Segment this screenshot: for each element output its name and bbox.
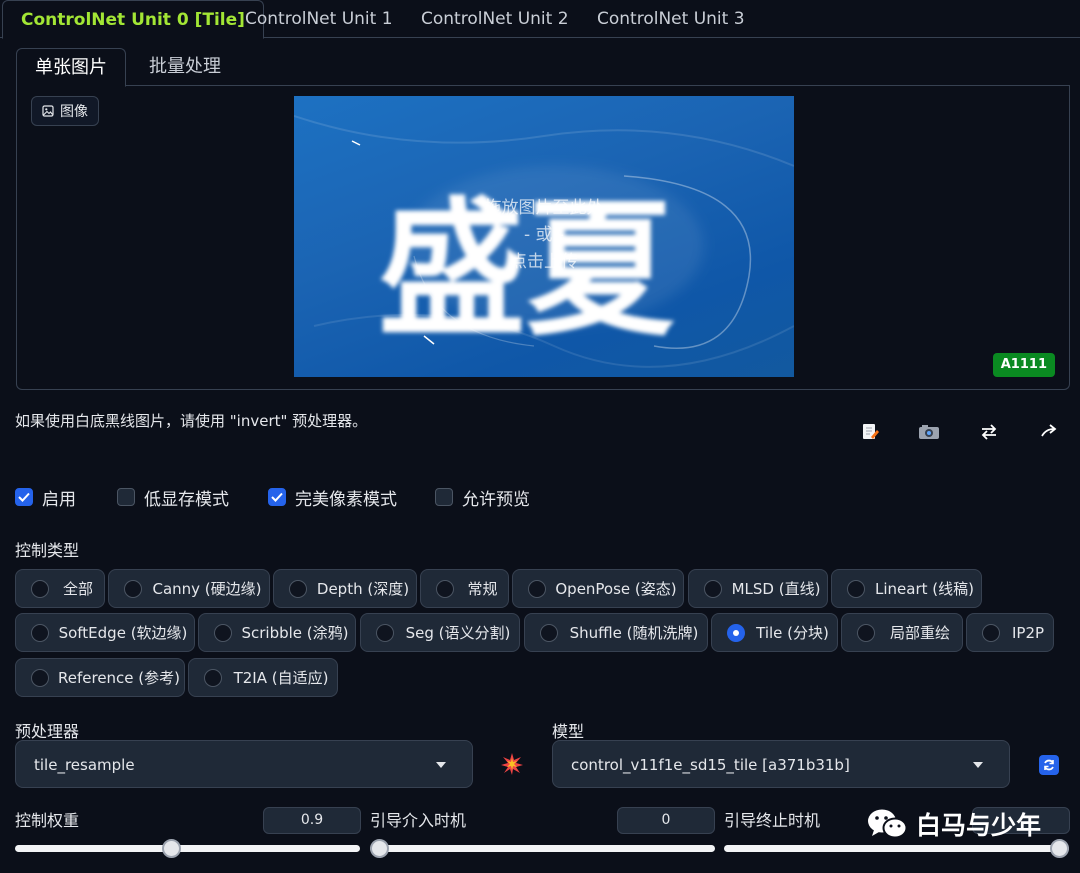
image-label-text: 图像: [60, 104, 88, 120]
drop-instructions: 拖放图片至此处 - 或 - 点击上传: [294, 192, 794, 278]
chevron-down-icon: [973, 762, 983, 768]
control-type-reference[interactable]: Reference (参考): [15, 658, 185, 697]
start-slider-thumb[interactable]: [370, 839, 389, 858]
preprocessor-dropdown[interactable]: tile_resample: [15, 740, 473, 788]
image-label: 图像: [31, 96, 99, 126]
tab-single-image[interactable]: 单张图片: [16, 48, 126, 87]
model-dropdown[interactable]: control_v11f1e_sd15_tile [a371b31b]: [552, 740, 1010, 788]
weight-slider-track[interactable]: [15, 845, 360, 852]
control-type-label: 控制类型: [15, 541, 80, 560]
low-vram-checkbox[interactable]: 低显存模式: [117, 485, 229, 510]
unit-tab-bar: ControlNet Unit 0 [Tile] ControlNet Unit…: [0, 0, 1080, 39]
preprocessor-label: 预处理器: [15, 722, 80, 741]
control-type-inpaint[interactable]: 局部重绘: [841, 613, 963, 652]
end-label: 引导终止时机: [724, 811, 821, 830]
image-icon: [42, 105, 54, 117]
edit-icon[interactable]: [856, 418, 884, 446]
weight-number-input[interactable]: 0.9: [263, 807, 361, 834]
enable-checkbox-box[interactable]: [15, 488, 33, 506]
weight-slider-thumb[interactable]: [161, 839, 181, 858]
send-dimensions-icon[interactable]: [1035, 418, 1063, 446]
control-type-seg[interactable]: Seg (语义分割): [360, 613, 520, 652]
control-type-all[interactable]: 全部: [15, 569, 105, 608]
control-type-depth[interactable]: Depth (深度): [273, 569, 417, 608]
control-type-t2ia[interactable]: T2IA (自适应): [188, 658, 338, 697]
swap-icon[interactable]: [975, 418, 1003, 446]
preprocessor-value: tile_resample: [34, 756, 135, 774]
a1111-badge: A1111: [992, 353, 1055, 377]
allow-preview-label: 允许预览: [462, 489, 530, 510]
start-number-input[interactable]: 0: [617, 807, 715, 834]
chevron-down-icon: [436, 762, 446, 768]
image-mode-tab-bar: 单张图片 批量处理: [16, 48, 1070, 87]
end-slider-thumb[interactable]: [1050, 839, 1069, 858]
control-type-canny[interactable]: Canny (硬边缘): [108, 569, 270, 608]
control-type-softedge[interactable]: SoftEdge (软边缘): [15, 613, 195, 652]
enable-checkbox[interactable]: 启用: [15, 485, 76, 510]
tab-controlnet-unit-0[interactable]: ControlNet Unit 0 [Tile]: [2, 0, 264, 39]
watermark: 白马与少年: [866, 806, 1041, 842]
refresh-models-button[interactable]: [1039, 755, 1059, 775]
wechat-icon: [868, 809, 908, 839]
drop-line-1: 拖放图片至此处: [484, 198, 604, 218]
pixel-perfect-checkbox-box[interactable]: [268, 488, 286, 506]
pixel-perfect-label: 完美像素模式: [295, 489, 397, 510]
control-type-mlsd[interactable]: MLSD (直线): [688, 569, 828, 608]
pixel-perfect-checkbox[interactable]: 完美像素模式: [268, 485, 397, 510]
end-slider-track[interactable]: [724, 845, 1069, 852]
tab-controlnet-unit-1[interactable]: ControlNet Unit 1: [227, 0, 411, 38]
enable-label: 启用: [42, 489, 76, 510]
model-value: control_v11f1e_sd15_tile [a371b31b]: [571, 756, 850, 774]
low-vram-label: 低显存模式: [144, 489, 229, 510]
drop-line-3: 点击上传: [510, 252, 578, 272]
start-slider-track[interactable]: [370, 845, 715, 852]
control-type-scribble[interactable]: Scribble (涂鸦): [198, 613, 356, 652]
tab-controlnet-unit-2[interactable]: ControlNet Unit 2: [403, 0, 587, 38]
control-type-ip2p[interactable]: IP2P: [966, 613, 1054, 652]
control-type-normal[interactable]: 常规: [420, 569, 509, 608]
tab-controlnet-unit-3[interactable]: ControlNet Unit 3: [579, 0, 763, 38]
watermark-text: 白马与少年: [916, 811, 1042, 840]
run-preprocessor-icon[interactable]: [500, 752, 524, 776]
uploaded-image: 盛夏 拖放图片至此处 - 或 - 点击上传: [294, 96, 794, 377]
weight-label: 控制权重: [15, 811, 80, 830]
low-vram-checkbox-box[interactable]: [117, 488, 135, 506]
control-type-shuffle[interactable]: Shuffle (随机洗牌): [524, 613, 708, 652]
control-type-tile[interactable]: Tile (分块): [711, 613, 838, 652]
tab-batch[interactable]: 批量处理: [131, 48, 239, 86]
refresh-icon: [1044, 759, 1054, 771]
model-label: 模型: [552, 722, 585, 741]
image-upload-panel[interactable]: 图像 盛夏 拖放图片至此处 - 或 - 点击上传 A1111: [16, 86, 1070, 390]
allow-preview-checkbox-box[interactable]: [435, 488, 453, 506]
invert-hint: 如果使用白底黑线图片，请使用 "invert" 预处理器。: [15, 412, 368, 430]
control-type-lineart[interactable]: Lineart (线稿): [831, 569, 982, 608]
control-type-openpose[interactable]: OpenPose (姿态): [512, 569, 684, 608]
start-label: 引导介入时机: [370, 811, 467, 830]
camera-icon[interactable]: [915, 418, 943, 446]
allow-preview-checkbox[interactable]: 允许预览: [435, 485, 530, 510]
drop-line-2: - 或 -: [523, 225, 565, 245]
